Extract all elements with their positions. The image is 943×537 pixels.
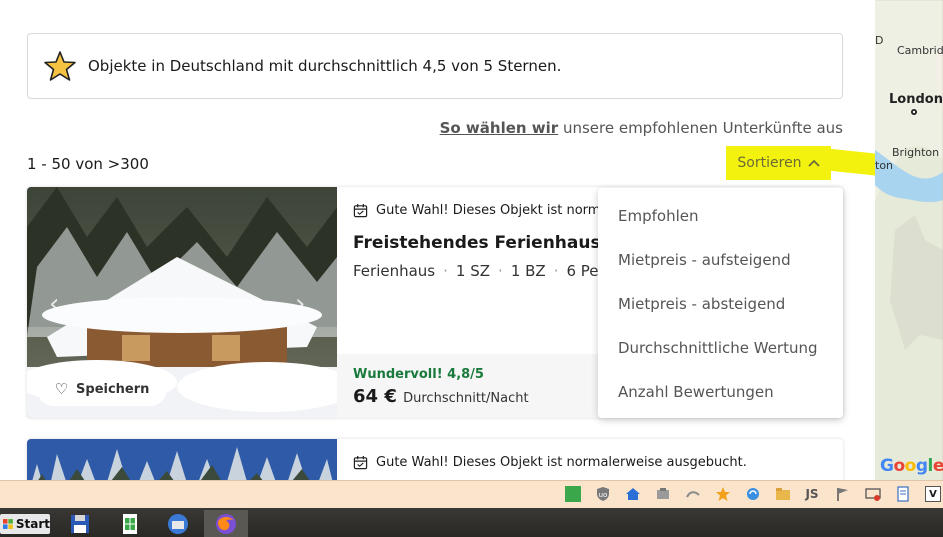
sort-button[interactable]: Sortieren (726, 146, 831, 180)
folder-icon[interactable] (775, 486, 791, 502)
listing-title[interactable]: Freistehendes Ferienhaus in (353, 233, 624, 253)
fact-bathrooms: 1 BZ (510, 262, 546, 280)
map-label-ton: ton (875, 159, 894, 172)
firefox-icon (216, 513, 236, 534)
availability-note: Gute Wahl! Dieses Objekt ist normalerwei… (353, 455, 747, 470)
bookmark-star-icon[interactable] (715, 486, 731, 502)
price: 64 € Durchschnitt/Nacht (353, 386, 529, 407)
map-label-brighton: Brighton (892, 146, 940, 159)
sort-option-price-asc[interactable]: Mietpreis - aufsteigend (598, 238, 843, 282)
availability-note-text: Gute Wahl! Dieses Objekt ist normalerwei… (376, 455, 747, 470)
rating-text: Wundervoll! 4,8/5 (353, 367, 484, 382)
sort-label: Sortieren (737, 155, 802, 171)
spreadsheet-ext-icon[interactable] (565, 486, 581, 502)
map-label-d: D (875, 34, 884, 47)
reader-icon[interactable] (895, 486, 911, 502)
map-background (875, 0, 943, 480)
browser-toolbar: uo JS V (0, 480, 943, 508)
how-we-choose-line: So wählen wir unsere empfohlenen Unterkü… (440, 119, 843, 137)
mail-client-icon (168, 513, 188, 534)
availability-note-text: Gute Wahl! Dieses Objekt ist norma (376, 203, 609, 218)
results-count: 1 - 50 von >300 (27, 155, 149, 173)
taskbar-thunderbird-app[interactable] (156, 510, 200, 537)
save-button[interactable]: ♡ Speichern (37, 372, 167, 406)
fact-type: Ferienhaus (353, 262, 436, 280)
calendar-icon (353, 203, 368, 218)
chevron-up-icon (807, 159, 820, 167)
map-panel[interactable]: D Cambridg London Brighton ton Google (875, 0, 943, 480)
calendar-icon (353, 455, 368, 470)
listing-photo[interactable] (27, 439, 337, 480)
fact-bedrooms: 1 SZ (455, 262, 491, 280)
sort-dropdown: Empfohlen Mietpreis - aufsteigend Mietpr… (598, 188, 843, 418)
next-photo-arrow[interactable]: › (295, 289, 305, 319)
ublock-icon[interactable]: uo (595, 486, 611, 502)
taskbar: Start (0, 508, 943, 537)
price-unit: Durchschnitt/Nacht (403, 391, 529, 406)
flag-icon[interactable] (835, 486, 851, 502)
google-logo: Google (880, 456, 943, 476)
zip-icon[interactable] (655, 486, 671, 502)
how-we-choose-link[interactable]: So wählen wir (440, 119, 559, 137)
windows-logo-icon (3, 519, 13, 529)
taskbar-save-app[interactable] (58, 510, 102, 537)
link-icon[interactable] (685, 486, 701, 502)
home-icon[interactable] (625, 486, 641, 502)
save-label: Speichern (76, 381, 150, 397)
rating-info-box: Objekte in Deutschland mit durchschnittl… (27, 33, 843, 99)
taskbar-spreadsheet-app[interactable] (108, 510, 152, 537)
listing-facts: Ferienhaus · 1 SZ · 1 BZ · 6 Pe (353, 262, 599, 280)
spreadsheet-icon (123, 513, 137, 534)
listing-photo[interactable]: ‹ › ♡ Speichern (27, 187, 357, 418)
map-label-cambridge: Cambridg (897, 44, 943, 57)
fact-persons: 6 Pe (566, 262, 599, 280)
sort-option-price-desc[interactable]: Mietpreis - absteigend (598, 282, 843, 326)
star-icon (44, 51, 76, 81)
start-button[interactable]: Start (0, 514, 50, 534)
rating-info-text: Objekte in Deutschland mit durchschnittl… (88, 57, 562, 75)
availability-note: Gute Wahl! Dieses Objekt ist norma (353, 203, 608, 218)
heart-icon: ♡ (54, 380, 69, 398)
prev-photo-arrow[interactable]: ‹ (49, 289, 59, 319)
highlight-marker (831, 148, 875, 178)
taskbar-firefox-app[interactable] (204, 510, 248, 537)
start-label: Start (15, 517, 50, 531)
how-we-choose-text: unsere empfohlenen Unterkünfte aus (558, 119, 843, 137)
listing-details: Gute Wahl! Dieses Objekt ist normalerwei… (337, 439, 843, 480)
svg-text:uo: uo (599, 491, 608, 499)
map-label-london: London (889, 92, 943, 107)
screen-icon[interactable] (865, 486, 881, 502)
javascript-icon[interactable]: JS (804, 486, 820, 502)
price-value: 64 € (353, 386, 397, 407)
sort-option-avg-rating[interactable]: Durchschnittliche Wertung (598, 326, 843, 370)
floppy-icon (71, 514, 89, 533)
winter-forest-image (27, 439, 337, 480)
sort-option-review-count[interactable]: Anzahl Bewertungen (598, 370, 843, 414)
main-content: Objekte in Deutschland mit durchschnittl… (0, 0, 875, 480)
listing-card[interactable]: Gute Wahl! Dieses Objekt ist normalerwei… (27, 439, 843, 480)
vim-icon[interactable]: V (925, 486, 941, 502)
sync-icon[interactable] (745, 486, 761, 502)
sort-option-empfohlen[interactable]: Empfohlen (598, 194, 843, 238)
